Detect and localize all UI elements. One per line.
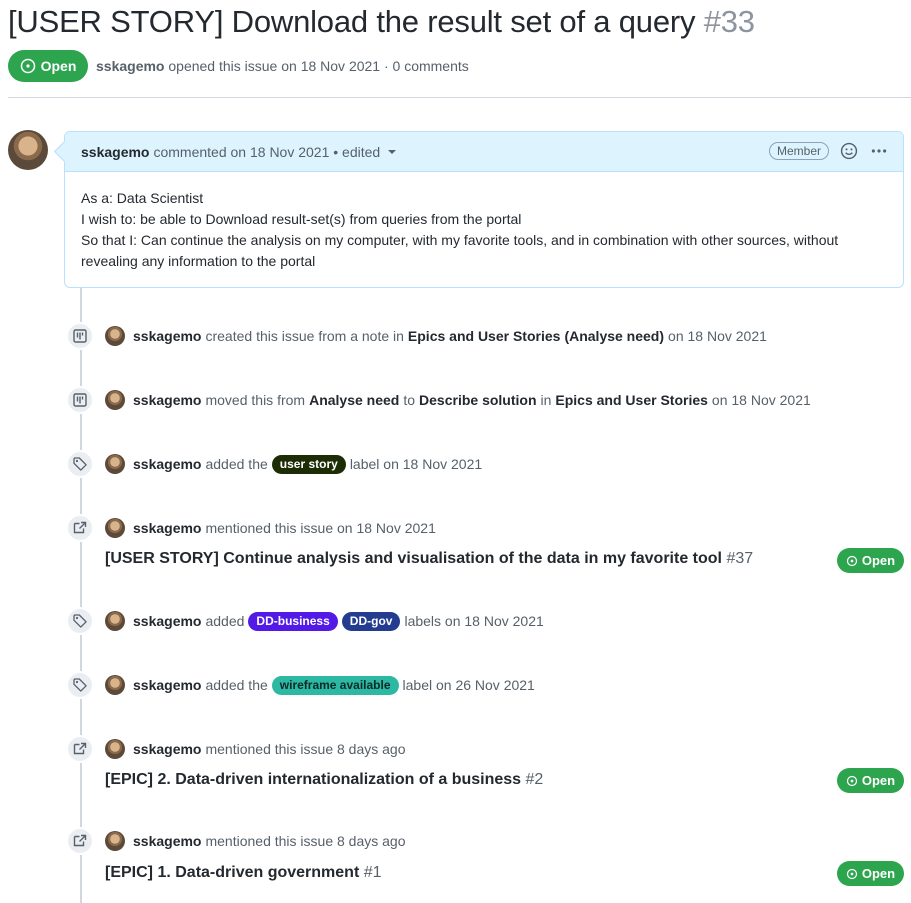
comment-author-avatar[interactable] xyxy=(8,130,48,170)
comment-line-2: I wish to: be able to Download result-se… xyxy=(81,211,522,227)
cross-reference-icon xyxy=(66,735,94,763)
event-date: label on 26 Nov 2021 xyxy=(402,677,535,693)
event-text: added the xyxy=(205,677,268,693)
event-text: added the xyxy=(205,456,268,472)
event-text: added xyxy=(205,613,245,629)
project-link[interactable]: Epics and User Stories xyxy=(555,392,708,408)
event-author-avatar[interactable] xyxy=(105,611,125,631)
comment-meta[interactable]: commented on 18 Nov 2021 • edited xyxy=(153,144,380,160)
event-author-link[interactable]: sskagemo xyxy=(133,328,201,344)
issue-state-label: Open xyxy=(40,58,77,74)
issue-state-badge: Open xyxy=(8,50,88,82)
event-author-avatar[interactable] xyxy=(105,831,125,851)
tag-icon xyxy=(66,671,94,699)
event-date: labels on 18 Nov 2021 xyxy=(404,613,544,629)
kebab-horizontal-icon[interactable] xyxy=(869,141,889,161)
issue-open-icon xyxy=(846,775,857,786)
event-author-avatar[interactable] xyxy=(105,739,125,759)
event-author-avatar[interactable] xyxy=(105,390,125,410)
referenced-issue-title[interactable]: [EPIC] 2. Data-driven internationalizati… xyxy=(105,771,521,788)
cross-reference-icon xyxy=(66,827,94,855)
from-column: Analyse need xyxy=(309,392,400,408)
issue-open-icon xyxy=(846,868,857,879)
referenced-issue-number[interactable]: #37 xyxy=(726,550,753,567)
chevron-down-icon[interactable] xyxy=(388,149,397,154)
issue-open-icon xyxy=(20,58,35,74)
event-author-link[interactable]: sskagemo xyxy=(133,392,201,408)
issue-meta: sskagemo opened this issue on 18 Nov 202… xyxy=(96,58,469,74)
event-date: label on 18 Nov 2021 xyxy=(349,456,483,472)
issue-open-icon xyxy=(846,555,857,566)
event-author-avatar[interactable] xyxy=(105,454,125,474)
project-column: (Analyse need) xyxy=(564,328,665,344)
timeline-line xyxy=(80,288,82,903)
event-author-link[interactable]: sskagemo xyxy=(133,613,201,629)
cross-reference-icon xyxy=(66,514,94,542)
project-link[interactable]: Epics and User Stories xyxy=(408,328,561,344)
project-icon xyxy=(66,386,94,414)
issue-title: [USER STORY] Download the result set of … xyxy=(8,4,755,40)
comment-line-1: As a: Data Scientist xyxy=(81,190,204,206)
label-user-story[interactable]: user story xyxy=(271,454,346,474)
event-author-link[interactable]: sskagemo xyxy=(133,741,201,757)
event-author-link[interactable]: sskagemo xyxy=(133,677,201,693)
referenced-issue-number[interactable]: #1 xyxy=(364,864,382,881)
issue-number: #33 xyxy=(703,4,755,39)
event-text: mentioned this issue on 18 Nov 2021 xyxy=(205,520,436,536)
issue-author-link[interactable]: sskagemo xyxy=(96,58,164,74)
label-dd-gov[interactable]: DD-gov xyxy=(341,611,401,631)
referenced-issue-title[interactable]: [EPIC] 1. Data-driven government xyxy=(105,864,359,881)
event-author-avatar[interactable] xyxy=(105,675,125,695)
issue-body-comment: sskagemo commented on 18 Nov 2021 • edit… xyxy=(64,131,904,288)
event-text: mentioned this issue 8 days ago xyxy=(205,833,406,849)
event-author-link[interactable]: sskagemo xyxy=(133,520,201,536)
referenced-issue-link[interactable]: [EPIC] 2. Data-driven internationalizati… xyxy=(105,771,543,789)
event-date[interactable]: on 18 Nov 2021 xyxy=(668,328,767,344)
event-author-avatar[interactable] xyxy=(105,326,125,346)
smiley-icon[interactable] xyxy=(839,141,859,161)
referenced-issue-link[interactable]: [USER STORY] Continue analysis and visua… xyxy=(105,550,753,568)
label-wireframe-available[interactable]: wireframe available xyxy=(271,675,399,695)
referenced-issue-state: Open xyxy=(837,548,904,573)
header-divider xyxy=(8,97,911,98)
referenced-issue-state-label: Open xyxy=(861,773,896,788)
label-dd-business[interactable]: DD-business xyxy=(248,611,338,631)
issue-title-text: [USER STORY] Download the result set of … xyxy=(8,4,696,39)
referenced-issue-state-label: Open xyxy=(861,866,896,881)
to-column: Describe solution xyxy=(419,392,537,408)
comment-author-link[interactable]: sskagemo xyxy=(81,144,149,160)
event-date[interactable]: on 18 Nov 2021 xyxy=(712,392,811,408)
referenced-issue-link[interactable]: [EPIC] 1. Data-driven government #1 xyxy=(105,864,382,882)
referenced-issue-number[interactable]: #2 xyxy=(526,771,544,788)
tag-icon xyxy=(66,450,94,478)
event-text-in: in xyxy=(540,392,552,408)
referenced-issue-title[interactable]: [USER STORY] Continue analysis and visua… xyxy=(105,550,722,567)
project-icon xyxy=(66,322,94,350)
member-badge: Member xyxy=(768,142,829,160)
comment-line-3: So that I: Can continue the analysis on … xyxy=(81,232,839,269)
comment-header: sskagemo commented on 18 Nov 2021 • edit… xyxy=(65,132,903,172)
issue-meta-text: opened this issue on 18 Nov 2021 · 0 com… xyxy=(168,58,469,74)
event-author-avatar[interactable] xyxy=(105,518,125,538)
event-author-link[interactable]: sskagemo xyxy=(133,833,201,849)
event-text-to: to xyxy=(403,392,416,408)
event-text: created this issue from a note in xyxy=(205,328,404,344)
comment-body: As a: Data Scientist I wish to: be able … xyxy=(65,172,903,272)
referenced-issue-state: Open xyxy=(837,861,904,886)
referenced-issue-state: Open xyxy=(837,768,904,793)
event-text: moved this from xyxy=(205,392,306,408)
referenced-issue-state-label: Open xyxy=(861,553,896,568)
event-text: mentioned this issue 8 days ago xyxy=(205,741,406,757)
tag-icon xyxy=(66,607,94,635)
event-author-link[interactable]: sskagemo xyxy=(133,456,201,472)
